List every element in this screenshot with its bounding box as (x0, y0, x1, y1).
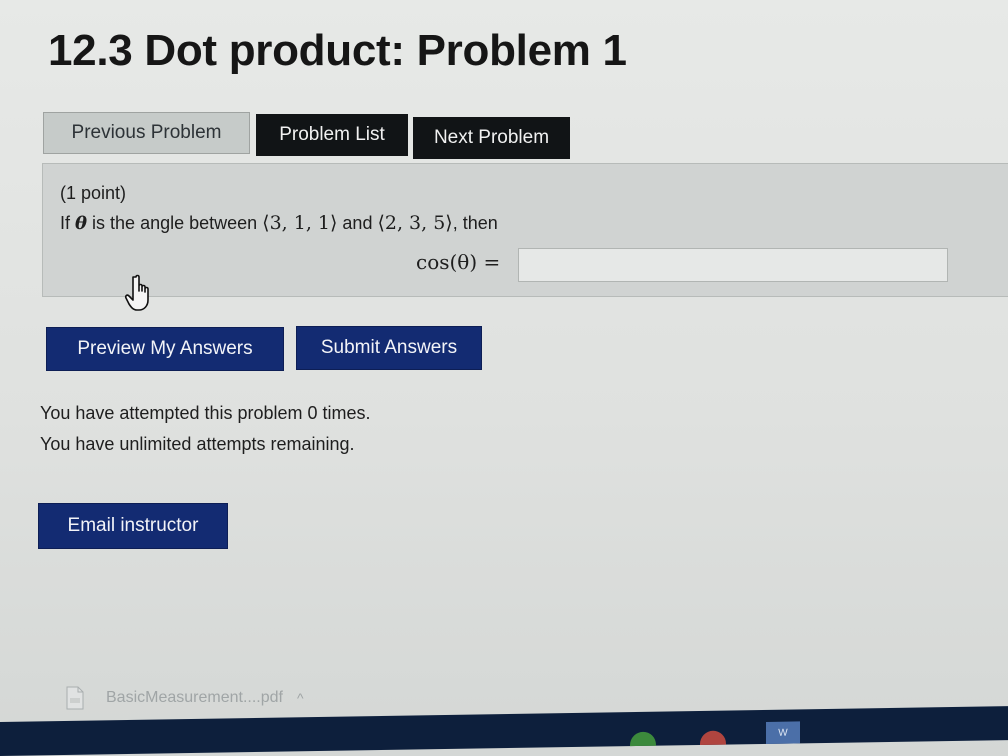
answer-label: cos(θ) = (416, 250, 501, 274)
page-title: 12.3 Dot product: Problem 1 (48, 26, 627, 75)
question-is-angle: is the angle between (87, 213, 263, 233)
download-filename: BasicMeasurement....pdf (106, 689, 283, 706)
hand-pointer-icon (124, 274, 149, 311)
problem-points: (1 point) (60, 183, 127, 203)
attempts-remaining-text: You have unlimited attempts remaining. (40, 434, 355, 454)
vector-b: ⟨2, 3, 5⟩ (377, 212, 453, 234)
taskbar-word-icon[interactable]: W (766, 721, 800, 744)
next-problem-button[interactable]: Next Problem (413, 117, 570, 159)
attempts-count-text: You have attempted this problem 0 times. (40, 403, 371, 423)
answer-input[interactable] (518, 248, 948, 282)
problem-list-button[interactable]: Problem List (256, 114, 408, 156)
download-bar-item[interactable]: BasicMeasurement....pdf ^ (66, 680, 304, 716)
question-and: and (337, 213, 378, 233)
theta-symbol: θ (75, 213, 88, 234)
submit-answers-button[interactable]: Submit Answers (296, 326, 482, 370)
problem-question: If θ is the angle between ⟨3, 1, 1⟩ and … (60, 212, 498, 234)
preview-answers-button[interactable]: Preview My Answers (46, 327, 284, 371)
question-if: If (60, 213, 71, 233)
attempts-info: You have attempted this problem 0 times.… (40, 398, 371, 460)
vector-a: ⟨3, 1, 1⟩ (262, 212, 338, 234)
taskbar-green-app-icon[interactable] (630, 731, 656, 747)
pdf-file-icon (66, 686, 84, 710)
previous-problem-button[interactable]: Previous Problem (43, 112, 250, 154)
email-instructor-button[interactable]: Email instructor (38, 503, 228, 549)
question-then: , then (452, 213, 498, 233)
taskbar-red-app-icon[interactable] (700, 730, 726, 746)
download-options-chevron-icon[interactable]: ^ (297, 690, 304, 706)
